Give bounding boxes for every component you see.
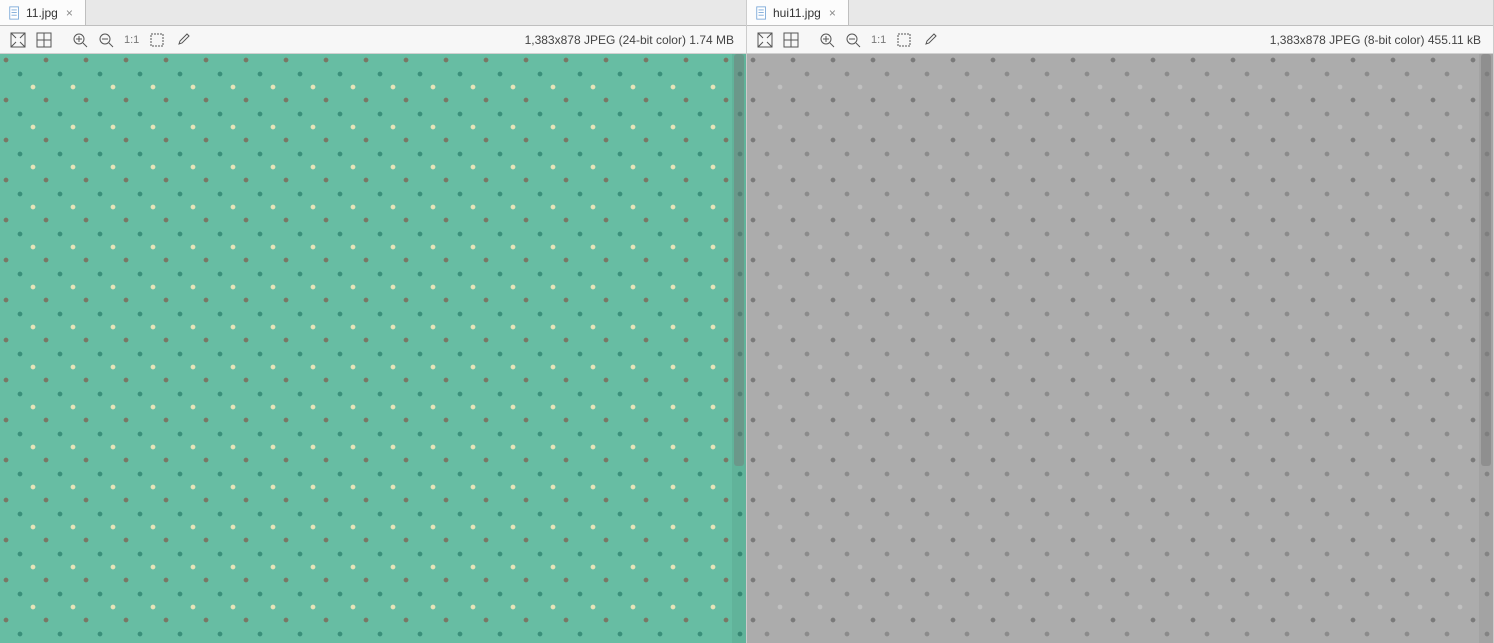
left-pane: 11.jpg × 1:1 1,383x878 JPEG (24-bit colo… xyxy=(0,0,747,643)
tab-bar: hui11.jpg × xyxy=(747,0,1493,26)
grid-button[interactable] xyxy=(779,28,803,52)
zoom-in-button[interactable] xyxy=(68,28,92,52)
tab-label: hui11.jpg xyxy=(773,6,821,20)
toolbar: 1:1 1,383x878 JPEG (24-bit color) 1.74 M… xyxy=(0,26,746,54)
file-icon xyxy=(8,6,22,20)
image-surface xyxy=(0,54,746,643)
zoom-in-button[interactable] xyxy=(815,28,839,52)
right-pane: hui11.jpg × 1:1 1,383x878 JPEG (8-bit co… xyxy=(747,0,1494,643)
tab-file-right[interactable]: hui11.jpg × xyxy=(747,0,849,25)
fit-window-button[interactable] xyxy=(753,28,777,52)
scrollbar-thumb[interactable] xyxy=(734,54,744,466)
file-icon xyxy=(755,6,769,20)
color-picker-button[interactable] xyxy=(171,28,195,52)
image-info-status: 1,383x878 JPEG (24-bit color) 1.74 MB xyxy=(525,33,740,47)
selection-button[interactable] xyxy=(145,28,169,52)
tab-file-left[interactable]: 11.jpg × xyxy=(0,0,86,25)
image-viewport[interactable] xyxy=(0,54,746,643)
zoom-out-button[interactable] xyxy=(94,28,118,52)
vertical-scrollbar[interactable] xyxy=(732,54,746,643)
close-icon[interactable]: × xyxy=(825,6,840,20)
zoom-out-button[interactable] xyxy=(841,28,865,52)
image-info-status: 1,383x878 JPEG (8-bit color) 455.11 kB xyxy=(1270,33,1487,47)
toolbar: 1:1 1,383x878 JPEG (8-bit color) 455.11 … xyxy=(747,26,1493,54)
scrollbar-thumb[interactable] xyxy=(1481,54,1491,466)
image-surface xyxy=(747,54,1493,643)
image-viewport[interactable] xyxy=(747,54,1493,643)
grid-button[interactable] xyxy=(32,28,56,52)
fit-window-button[interactable] xyxy=(6,28,30,52)
tab-label: 11.jpg xyxy=(26,6,58,20)
vertical-scrollbar[interactable] xyxy=(1479,54,1493,643)
zoom-1-1-button[interactable]: 1:1 xyxy=(120,34,143,46)
color-picker-button[interactable] xyxy=(918,28,942,52)
close-icon[interactable]: × xyxy=(62,6,77,20)
tab-bar: 11.jpg × xyxy=(0,0,746,26)
selection-button[interactable] xyxy=(892,28,916,52)
zoom-1-1-button[interactable]: 1:1 xyxy=(867,34,890,46)
